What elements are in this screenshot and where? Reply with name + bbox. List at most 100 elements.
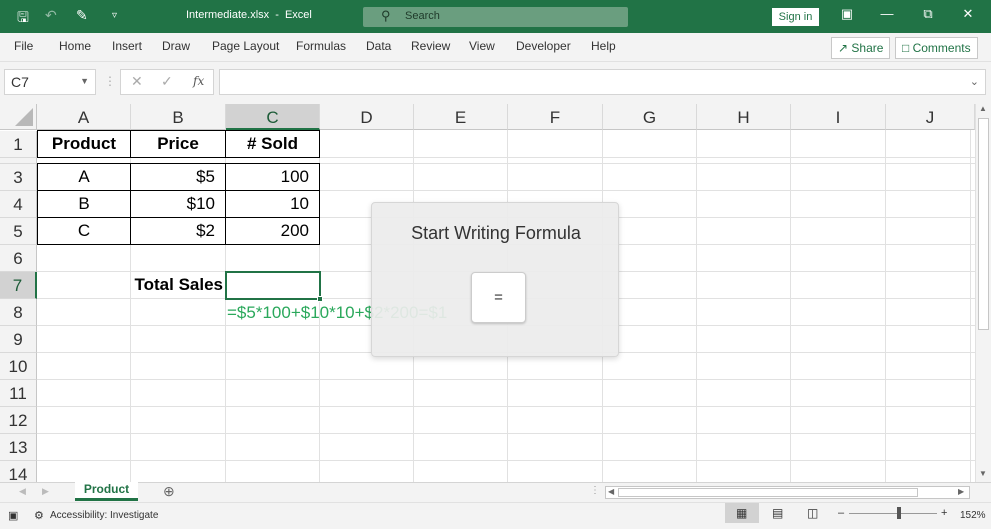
row-header-13[interactable]: 13 (0, 434, 37, 461)
restore-icon[interactable]: ⧉ (918, 6, 938, 22)
tab-help[interactable]: Help (591, 39, 616, 53)
expand-formula-icon[interactable]: ⌄ (970, 75, 979, 88)
cell-c3[interactable]: 100 (225, 163, 320, 191)
comments-button[interactable]: □ Comments (895, 37, 978, 59)
tab-data[interactable]: Data (366, 39, 391, 53)
vertical-scroll-thumb[interactable] (978, 118, 989, 330)
cell-c5[interactable]: 200 (225, 217, 320, 245)
tab-insert[interactable]: Insert (112, 39, 142, 53)
column-header-e[interactable]: E (414, 104, 508, 130)
save-icon[interactable]: 🖫 (17, 7, 29, 31)
cell-a3[interactable]: A (37, 163, 131, 191)
column-header-b[interactable]: B (131, 104, 226, 130)
row-header-7[interactable]: 7 (0, 272, 37, 299)
page-break-view-icon[interactable]: ◫ (807, 506, 818, 520)
cell-c7-selected[interactable] (225, 271, 323, 302)
column-header-g[interactable]: G (603, 104, 697, 130)
zoom-in-icon[interactable]: + (941, 507, 947, 519)
cell-b3[interactable]: $5 (130, 163, 226, 191)
scroll-down-icon[interactable]: ▼ (979, 469, 987, 478)
more-icon: ⋮ (104, 74, 116, 88)
row-header-4[interactable]: 4 (0, 191, 37, 218)
sheet-tab-product[interactable]: Product (75, 482, 138, 501)
macro-recording-icon[interactable]: ▣ (8, 509, 18, 522)
horizontal-scroll-thumb[interactable] (618, 488, 918, 497)
cell-a4[interactable]: B (37, 190, 131, 218)
share-button[interactable]: ↗ Share (831, 37, 891, 59)
page-layout-view-icon[interactable]: ▤ (772, 506, 783, 520)
zoom-slider-track[interactable] (849, 513, 937, 514)
column-header-d[interactable]: D (320, 104, 414, 130)
tab-home[interactable]: Home (59, 39, 91, 53)
zoom-out-icon[interactable]: – (838, 507, 844, 519)
split-handle-icon[interactable]: ⋮ (590, 485, 600, 496)
row-header-9[interactable]: 9 (0, 326, 37, 353)
cell-c4[interactable]: 10 (225, 190, 320, 218)
insert-function-icon[interactable]: fx (193, 74, 204, 88)
column-header-h[interactable]: H (697, 104, 791, 130)
close-icon[interactable]: ✕ (958, 6, 978, 22)
enter-icon[interactable]: ✓ (161, 73, 173, 90)
cell-b4[interactable]: $10 (130, 190, 226, 218)
gridline (37, 460, 975, 461)
column-header-i[interactable]: I (791, 104, 886, 130)
column-header-f[interactable]: F (508, 104, 603, 130)
scroll-up-icon[interactable]: ▲ (979, 104, 987, 113)
gridline (696, 130, 697, 482)
column-header-j[interactable]: J (886, 104, 975, 130)
zoom-level[interactable]: 152% (960, 510, 986, 521)
vertical-scrollbar[interactable]: ▲ ▼ (975, 104, 991, 482)
row-header-12[interactable]: 12 (0, 407, 37, 434)
gridline (970, 130, 971, 482)
ribbon-display-icon[interactable]: ▣ (837, 6, 857, 22)
tab-file[interactable]: File (14, 39, 33, 53)
row-header-14[interactable]: 14 (0, 461, 37, 482)
chevron-down-icon[interactable]: ▼ (80, 76, 89, 86)
column-header-a[interactable]: A (37, 104, 131, 130)
cell-b5[interactable]: $2 (130, 217, 226, 245)
zoom-slider-thumb[interactable] (897, 507, 901, 519)
name-box[interactable]: C7 ▼ (4, 69, 96, 95)
tab-draw[interactable]: Draw (162, 39, 190, 53)
row-header-3[interactable]: 3 (0, 164, 37, 191)
horizontal-scrollbar[interactable]: ◀ ▶ (605, 486, 970, 499)
scroll-right-icon[interactable]: ▶ (958, 487, 964, 496)
search-box[interactable]: ⚲ Search (363, 7, 628, 27)
status-bar: ▣ ⚙ Accessibility: Investigate ▦ ▤ ◫ – +… (0, 502, 991, 529)
file-name: Intermediate.xlsx (186, 9, 270, 21)
accessibility-icon[interactable]: ⚙ (34, 509, 44, 522)
customize-quick-access-icon[interactable]: ▿ (112, 10, 117, 21)
row-header-5[interactable]: 5 (0, 218, 37, 245)
formula-input[interactable]: ⌄ (219, 69, 986, 95)
row-header-1[interactable]: 1 (0, 131, 37, 158)
cell-b7[interactable]: Total Sales (131, 272, 225, 298)
next-sheet-icon[interactable]: ▶ (42, 486, 49, 497)
tab-review[interactable]: Review (411, 39, 450, 53)
cell-b1[interactable]: Price (130, 130, 226, 158)
row-header-11[interactable]: 11 (0, 380, 37, 407)
add-sheet-icon[interactable]: ⊕ (163, 483, 175, 500)
comment-icon: □ (902, 41, 910, 55)
prev-sheet-icon[interactable]: ◀ (19, 486, 26, 497)
undo-icon[interactable]: ↶ (45, 7, 57, 24)
column-header-c[interactable]: C (226, 104, 320, 130)
row-header-8[interactable]: 8 (0, 299, 37, 326)
accessibility-status[interactable]: Accessibility: Investigate (50, 510, 158, 521)
normal-view-button[interactable]: ▦ (725, 503, 759, 523)
cell-a1[interactable]: Product (37, 130, 131, 158)
row-header-10[interactable]: 10 (0, 353, 37, 380)
tab-page-layout[interactable]: Page Layout (212, 39, 279, 53)
row-header-6[interactable]: 6 (0, 245, 37, 272)
equals-key-button[interactable]: = (471, 272, 526, 323)
highlight-icon[interactable]: ✎ (76, 7, 88, 24)
select-all-corner[interactable] (0, 104, 37, 130)
sign-in-button[interactable]: Sign in (772, 8, 819, 26)
tab-view[interactable]: View (469, 39, 495, 53)
minimize-icon[interactable]: — (877, 6, 897, 21)
cancel-icon[interactable]: ✕ (131, 73, 143, 90)
scroll-left-icon[interactable]: ◀ (608, 487, 614, 496)
cell-a5[interactable]: C (37, 217, 131, 245)
tab-formulas[interactable]: Formulas (296, 39, 346, 53)
tab-developer[interactable]: Developer (516, 39, 571, 53)
cell-c1[interactable]: # Sold (225, 130, 320, 158)
